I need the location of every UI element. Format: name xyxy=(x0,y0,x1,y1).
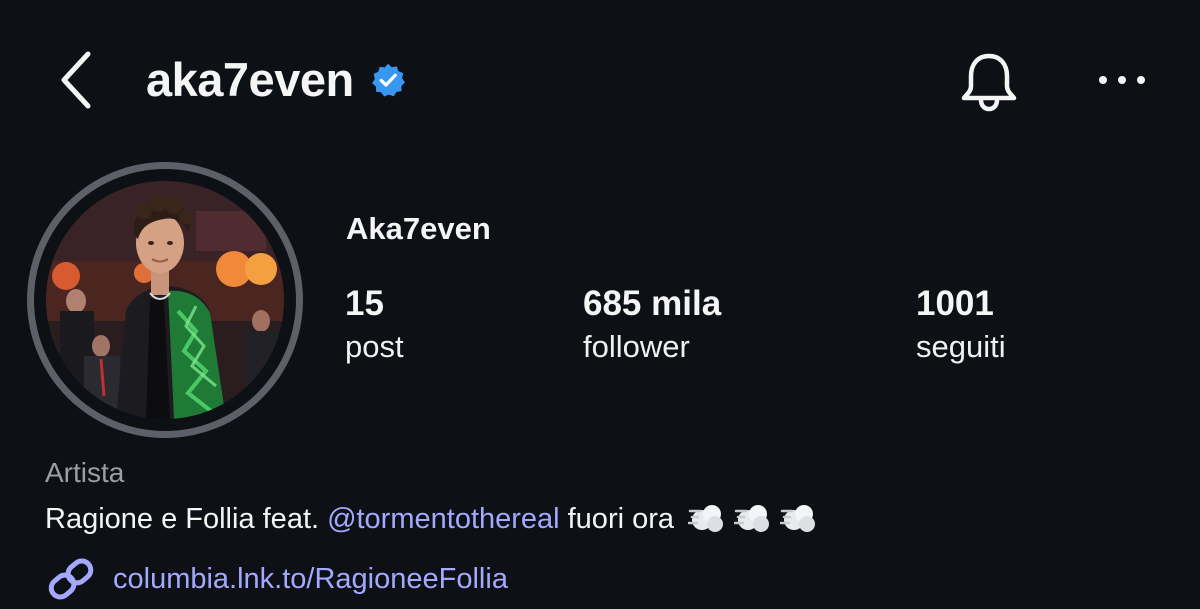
chevron-left-icon xyxy=(61,51,91,109)
stat-value: 685 mila xyxy=(583,284,722,323)
dash-symbol-icon xyxy=(688,505,724,532)
profile-external-link[interactable]: columbia.lnk.to/RagioneeFollia xyxy=(45,557,508,601)
stat-value: 15 xyxy=(345,284,384,323)
back-button[interactable] xyxy=(52,48,108,112)
bio-text-after: fuori ora xyxy=(567,503,675,535)
stat-label: post xyxy=(345,329,404,364)
more-horizontal-icon xyxy=(1099,76,1145,84)
stat-label: seguiti xyxy=(916,329,1006,364)
stat-posts[interactable]: 15 post xyxy=(345,283,404,367)
profile-avatar-ring[interactable] xyxy=(27,162,303,438)
profile-screen: aka7even Aka7even 15 post 685 mila follo… xyxy=(0,0,1200,609)
username-text: aka7even xyxy=(146,53,354,106)
profile-category: Artista xyxy=(45,457,125,488)
stat-followers[interactable]: 685 mila follower xyxy=(583,283,721,367)
stat-following[interactable]: 1001 seguiti xyxy=(916,283,1006,367)
link-text: columbia.lnk.to/RagioneeFollia xyxy=(113,563,508,595)
more-options-button[interactable] xyxy=(1094,60,1154,100)
profile-username-header: aka7even xyxy=(146,52,406,108)
bio-text: Ragione e Follia feat. xyxy=(45,503,320,535)
stat-value: 1001 xyxy=(916,284,994,323)
verified-badge-icon xyxy=(371,63,405,97)
bell-icon xyxy=(961,53,1017,112)
bio-mention-link[interactable]: @tormentothereal xyxy=(327,499,560,539)
stat-label: follower xyxy=(583,329,690,364)
link-icon xyxy=(48,558,94,600)
dash-symbol-icon xyxy=(780,505,816,532)
avatar xyxy=(46,181,284,419)
dash-symbol-icon xyxy=(734,505,770,532)
dash-emoji-group xyxy=(688,501,820,537)
profile-bio: Ragione e Follia feat. @tormentothereal … xyxy=(45,499,820,539)
notifications-button[interactable] xyxy=(954,50,1024,114)
display-name: Aka7even xyxy=(346,211,491,246)
